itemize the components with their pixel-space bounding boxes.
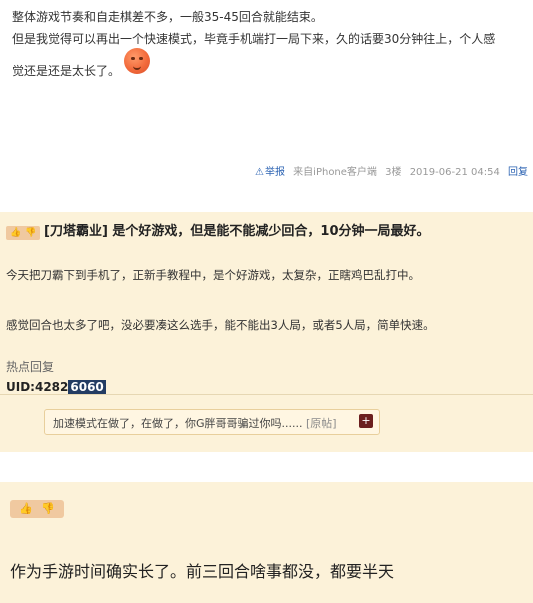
reply-content: 加速模式在做了，在做了，你G胖哥哥骗过你吗...... [53, 417, 303, 430]
hot-reply-item: 加速模式在做了，在做了，你G胖哥哥骗过你吗...... [原帖] + [44, 409, 380, 435]
thumbs-up-icon[interactable]: 👍 [10, 228, 21, 238]
expand-plus-icon[interactable]: + [359, 414, 373, 428]
thread-text: 作为手游时间确实长了。前三回合啥事都没，都要半天 [10, 562, 395, 581]
report-link[interactable]: 举报 [265, 167, 285, 178]
thumbs-down-icon[interactable]: 👎 [25, 228, 36, 238]
report-icon[interactable]: ⚠ [255, 167, 264, 178]
original-post-link[interactable]: [原帖] [306, 417, 337, 430]
thread-text-line: 感觉回合也太多了吧，没必要凑这么选手，能不能出3人局，或者5人局，简单快速。 [6, 318, 435, 332]
post-text-line: 整体游戏节奏和自走棋差不多，一般35-45回合就能结束。 [12, 10, 323, 24]
source-label: 来自iPhone客户端 [293, 167, 377, 178]
thread-card: 👍 👎 作为手游时间确实长了。前三回合啥事都没，都要半天 [0, 482, 533, 603]
thread-text-line: 今天把刀霸下到手机了，正新手教程中，是个好游戏，太复杂，正瞎鸡巴乱打中。 [6, 268, 420, 282]
post-text-line: 但是我觉得可以再出一个快速模式，毕竟手机端打一局下来，久的话要30分钟往上，个人… [12, 32, 496, 46]
hot-reply-text: 加速模式在做了，在做了，你G胖哥哥骗过你吗...... [原帖] [53, 415, 337, 431]
post-text-line: 觉还是还是太长了。 [12, 64, 121, 78]
hot-replies-label: 热点回复 [6, 360, 55, 374]
divider [0, 394, 533, 395]
thread-title[interactable]: [刀塔霸业] 是个好游戏，但是能不能减少回合，10分钟一局最好。 [44, 220, 430, 239]
thumbs-down-icon[interactable]: 👎 [41, 502, 55, 515]
post-timestamp: 2019-06-21 04:54 [409, 167, 500, 178]
uid-highlight: 6060 [68, 380, 106, 394]
reply-link[interactable]: 回复 [508, 167, 528, 178]
emoji-face-icon [124, 48, 150, 74]
vote-buttons[interactable]: 👍 👎 [10, 499, 64, 518]
vote-buttons[interactable]: 👍 👎 [6, 225, 40, 240]
user-id: UID:4282 6060 [6, 380, 106, 394]
uid-prefix: UID:4282 [6, 380, 69, 394]
post-meta: ⚠举报 来自iPhone客户端 3楼 2019-06-21 04:54 回复 [0, 163, 528, 178]
floor-number: 3楼 [385, 167, 402, 178]
thumbs-up-icon[interactable]: 👍 [19, 502, 33, 515]
thread-card: 👍 👎 [刀塔霸业] 是个好游戏，但是能不能减少回合，10分钟一局最好。 今天把… [0, 212, 533, 452]
